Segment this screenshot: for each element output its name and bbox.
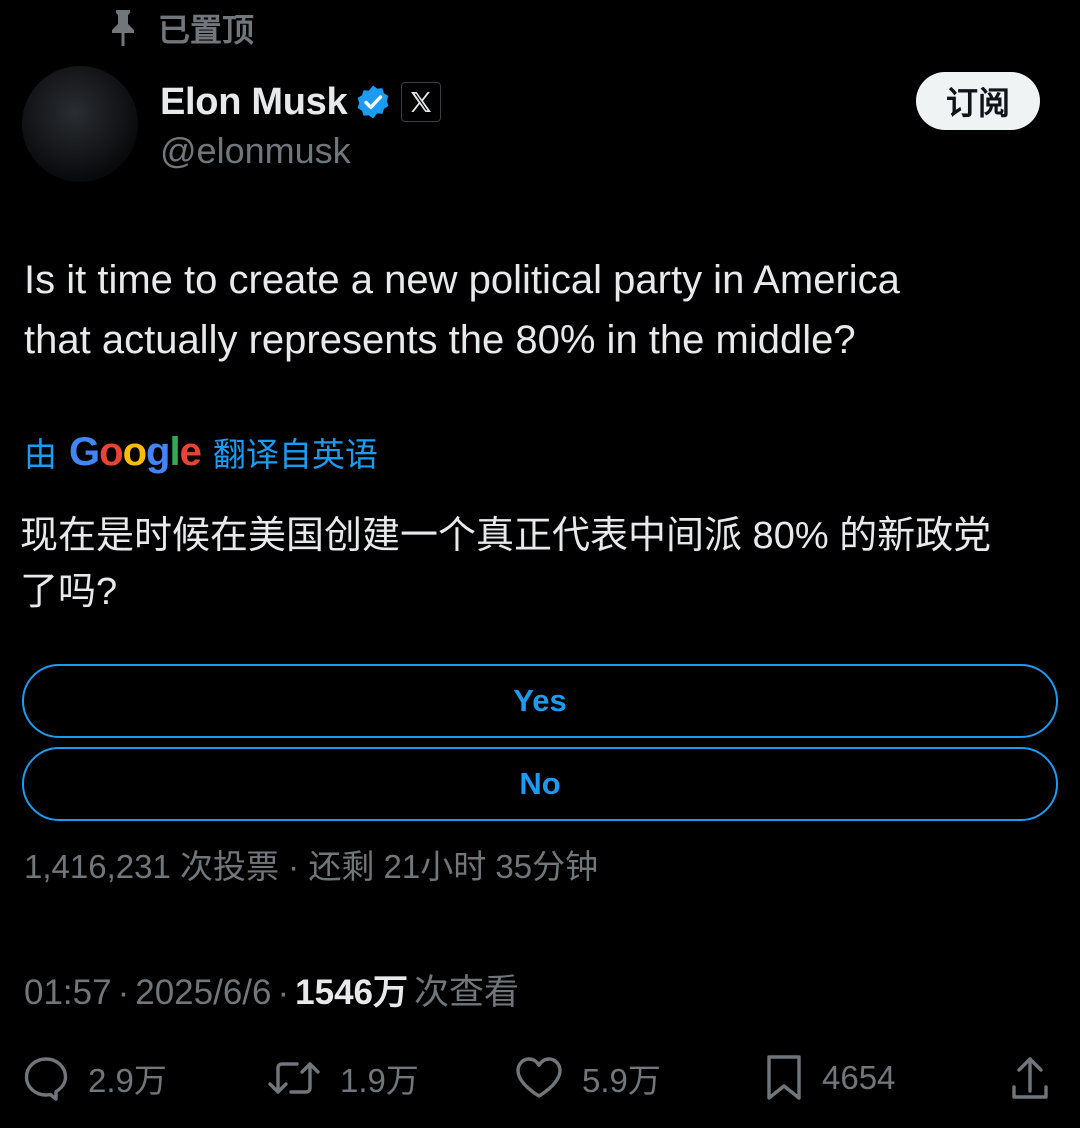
translated-text: 现在是时候在美国创建一个真正代表中间派 80% 的新政党 了吗? [20,508,1060,620]
views-label: 次查看 [414,973,520,1012]
bookmark-count: 4654 [822,1059,896,1096]
reply-icon [22,1054,70,1102]
tweet-time[interactable]: 01:57 [24,973,112,1013]
like-icon [514,1054,564,1102]
google-logo: Google [69,429,202,474]
meta-separator: · [277,973,290,1012]
author-handle[interactable]: @elonmusk [160,130,351,172]
verified-badge-icon[interactable] [355,84,391,120]
tweet-date[interactable]: 2025/6/6 [135,973,271,1013]
poll-meta: 1,416,231 次投票 · 还剩 21小时 35分钟 [24,840,598,888]
repost-count: 1.9万 [340,1062,419,1099]
poll-option-yes[interactable]: Yes [22,664,1058,738]
x-logo-icon[interactable] [401,82,442,122]
author-display-name[interactable]: Elon Musk [160,81,348,124]
pin-icon [108,8,138,48]
poll-option-no[interactable]: No [22,747,1058,821]
bookmark-button[interactable]: 4654 [764,1050,895,1106]
pinned-label: 已置顶 [158,12,255,48]
like-count: 5.9万 [582,1062,661,1099]
pinned-indicator: 已置顶 [108,6,254,50]
share-button[interactable] [1010,1050,1050,1106]
avatar[interactable] [22,66,138,182]
subscribe-button[interactable]: 订阅 [916,72,1040,130]
author-name-row: Elon Musk [160,78,442,126]
like-button[interactable]: 5.9万 [514,1050,661,1106]
tweet-text-line: that actually represents the 80% in the … [24,318,856,362]
translation-prefix: 由 [24,436,57,473]
poll-separator: · [288,848,300,885]
translated-text-line: 了吗? [20,571,118,613]
views-count: 1546万 [295,973,409,1012]
action-bar: 2.9万 1.9万 5.9万 4654 [0,1050,1080,1106]
share-icon [1010,1053,1050,1103]
repost-icon [266,1054,322,1102]
translated-text-line: 现在是时候在美国创建一个真正代表中间派 80% 的新政党 [20,515,992,557]
translation-suffix: 翻译自英语 [212,436,378,473]
tweet-meta: 01:57 · 2025/6/6 · 1546万 次查看 [24,964,519,1015]
reply-count: 2.9万 [88,1062,167,1099]
reply-button[interactable]: 2.9万 [22,1050,167,1106]
poll-votes: 1,416,231 次投票 [24,848,279,885]
repost-button[interactable]: 1.9万 [266,1050,419,1106]
tweet-text: Is it time to create a new political par… [24,250,1054,370]
poll-time-left: 还剩 21小时 35分钟 [308,848,599,885]
tweet-text-line: Is it time to create a new political par… [24,258,900,302]
translation-attribution[interactable]: 由 Google 翻译自英语 [24,426,378,478]
bookmark-icon [764,1053,804,1103]
meta-separator: · [117,973,130,1012]
